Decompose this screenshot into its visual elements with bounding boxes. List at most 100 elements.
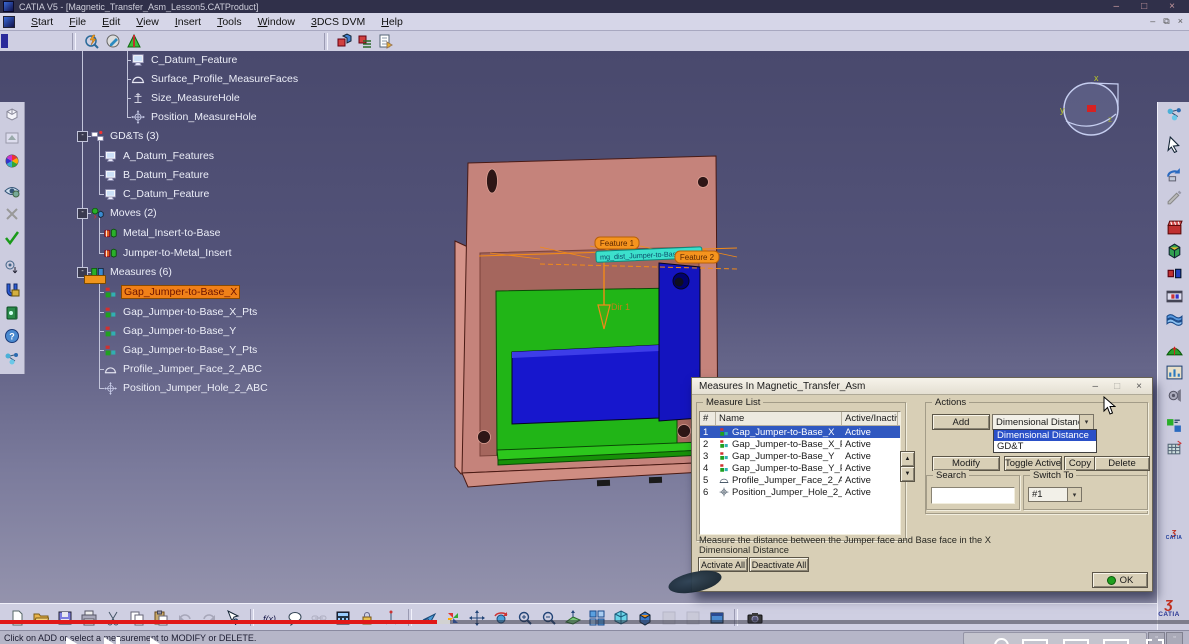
settings-gear-icon[interactable] <box>994 638 1009 644</box>
fullscreen-icon[interactable] <box>1146 639 1164 644</box>
measure-pencil-button[interactable] <box>102 31 123 52</box>
video-progress-bar[interactable] <box>0 620 1189 624</box>
num-cubes-button[interactable] <box>1164 415 1185 436</box>
help-button[interactable]: ? <box>2 325 23 346</box>
tree-collapse-toggle[interactable]: - <box>77 131 88 142</box>
cut-button[interactable] <box>103 607 124 628</box>
list-scroll-down-button[interactable]: ▼ <box>900 466 915 482</box>
tree-item-position-measurehole[interactable]: Position_MeasureHole <box>131 110 259 124</box>
dvm-grid-button[interactable] <box>354 31 375 52</box>
tree-item-b-datum-feature[interactable]: B_Datum_Feature <box>104 168 211 182</box>
cursor-button[interactable] <box>1164 134 1185 155</box>
menu-item-3dcs-dvm[interactable]: 3DCS DVM <box>303 16 373 28</box>
annotation-button[interactable] <box>285 607 306 628</box>
view-compass[interactable]: x y z <box>1060 73 1118 135</box>
datasheet-button[interactable] <box>333 607 354 628</box>
menu-item-view[interactable]: View <box>128 16 167 28</box>
undo-button[interactable] <box>175 607 196 628</box>
menu-item-file[interactable]: File <box>61 16 94 28</box>
window-blue-button[interactable] <box>707 607 728 628</box>
dvm-cubes-button[interactable] <box>333 31 354 52</box>
tree-item-position-jumper-hole-2-abc[interactable]: Position_Jumper_Hole_2_ABC <box>104 381 270 395</box>
deactivate-all-button[interactable]: Deactivate All <box>749 557 809 572</box>
pan-button[interactable] <box>467 607 488 628</box>
film-button[interactable] <box>1164 286 1185 307</box>
miniplayer-icon[interactable] <box>1022 639 1048 644</box>
tree-item-size-measurehole[interactable]: Size_MeasureHole <box>131 91 242 105</box>
ramp-button[interactable] <box>563 607 584 628</box>
tree-collapse-toggle[interactable]: - <box>77 208 88 219</box>
measure-row[interactable]: 4Gap_Jumper-to-Base_Y_PtsActive <box>700 462 900 474</box>
axis-comp-button[interactable] <box>381 607 402 628</box>
copy-button[interactable] <box>127 607 148 628</box>
link-button[interactable] <box>309 607 330 628</box>
new-doc-button[interactable] <box>7 607 28 628</box>
brush-button[interactable] <box>1164 187 1185 208</box>
tree-item-surface-profile-measurefaces[interactable]: Surface_Profile_MeasureFaces <box>131 72 300 86</box>
tree-item-gd-ts-3-[interactable]: GD&Ts (3) <box>91 129 161 143</box>
zoom-in-button[interactable] <box>515 607 536 628</box>
chevron-down-icon[interactable]: ▾ <box>1067 488 1081 501</box>
tree-item-moves-2-[interactable]: Moves (2) <box>91 206 159 220</box>
measure-row[interactable]: 2Gap_Jumper-to-Base_X_PtsActive <box>700 438 900 450</box>
anim-box-button[interactable] <box>1164 240 1185 261</box>
measure-row[interactable]: 6Position_Jumper_Hole_2_ABCActive <box>700 486 900 498</box>
restore-icon[interactable]: □ <box>1141 1 1147 12</box>
measure-row[interactable]: 1Gap_Jumper-to-Base_XActive <box>700 426 900 438</box>
open-folder-button[interactable] <box>31 607 52 628</box>
tree-item-gap-jumper-to-base-x-pts[interactable]: Gap_Jumper-to-Base_X_Pts <box>104 305 259 319</box>
hill-button[interactable] <box>1164 339 1185 360</box>
delete-button[interactable]: Delete <box>1094 456 1150 471</box>
measure-type-open-list[interactable]: Dimensional DistanceGD&T <box>993 429 1097 453</box>
tree-item-gap-jumper-to-base-y[interactable]: Gap_Jumper-to-Base_Y <box>104 324 238 338</box>
minimize-icon[interactable]: – <box>1114 1 1120 12</box>
steer-button[interactable] <box>2 256 23 277</box>
close-icon[interactable]: × <box>1169 1 1175 12</box>
tree-item-c-datum-feature[interactable]: C_Datum_Feature <box>131 53 239 67</box>
iso-cube-button[interactable] <box>611 607 632 628</box>
update-grid-button[interactable] <box>1164 438 1185 459</box>
book-button[interactable] <box>2 302 23 323</box>
search-input[interactable] <box>931 487 1015 504</box>
swap-arrow-button[interactable] <box>1164 164 1185 185</box>
dialog-close-icon[interactable]: × <box>1136 381 1142 392</box>
wide-mode-icon[interactable] <box>1103 639 1129 644</box>
tree-item-gap-jumper-to-base-x[interactable]: Gap_Jumper-to-Base_X <box>104 285 240 299</box>
rotate-button[interactable] <box>491 607 512 628</box>
menu-item-help[interactable]: Help <box>373 16 411 28</box>
menu-item-tools[interactable]: Tools <box>209 16 250 28</box>
column-header--[interactable]: # <box>700 412 716 425</box>
tree-item-jumper-to-metal-insert[interactable]: Jumper-to-Metal_Insert <box>104 246 234 260</box>
report-doc-button[interactable] <box>375 31 396 52</box>
menu-item-edit[interactable]: Edit <box>94 16 128 28</box>
measure-type-dropdown[interactable]: Dimensional Distance ▾ <box>992 414 1094 430</box>
lock-button[interactable] <box>357 607 378 628</box>
next-icon[interactable] <box>104 637 114 644</box>
analysis-magnifier-button[interactable] <box>81 31 102 52</box>
mdi-restore-icon[interactable]: ⧉ <box>1163 16 1169 27</box>
waves-button[interactable] <box>1164 309 1185 330</box>
theater-mode-icon[interactable] <box>1063 639 1089 644</box>
fx-button[interactable]: f(x) <box>261 607 282 628</box>
fly-button[interactable] <box>419 607 440 628</box>
redo-button[interactable] <box>199 607 220 628</box>
up-panel-button[interactable] <box>2 127 23 148</box>
volume-icon[interactable] <box>150 637 160 644</box>
tools-button[interactable] <box>2 203 23 224</box>
parts-button[interactable] <box>1164 263 1185 284</box>
dialog-minimize-icon[interactable]: – <box>1093 381 1099 392</box>
slot-hole[interactable] <box>487 169 498 193</box>
toggle-active-button[interactable]: Toggle Active <box>1004 456 1062 471</box>
print-button[interactable] <box>79 607 100 628</box>
molecule-button[interactable] <box>1164 104 1185 125</box>
feature2-label[interactable]: Feature 2 <box>675 251 719 263</box>
tree-item-profile-jumper-face-2-abc[interactable]: Profile_Jumper_Face_2_ABC <box>104 362 264 376</box>
list-scroll-up-button[interactable]: ▲ <box>900 451 915 467</box>
camera-button[interactable] <box>745 607 766 628</box>
dock-handle[interactable] <box>1 34 8 48</box>
hole-bottom-right[interactable] <box>678 425 691 438</box>
menu-item-insert[interactable]: Insert <box>167 16 209 28</box>
dialog-restore-icon[interactable]: □ <box>1114 381 1120 392</box>
feature1-label[interactable]: Feature 1 <box>595 237 639 249</box>
dropdown-option-gd-t[interactable]: GD&T <box>994 441 1096 452</box>
